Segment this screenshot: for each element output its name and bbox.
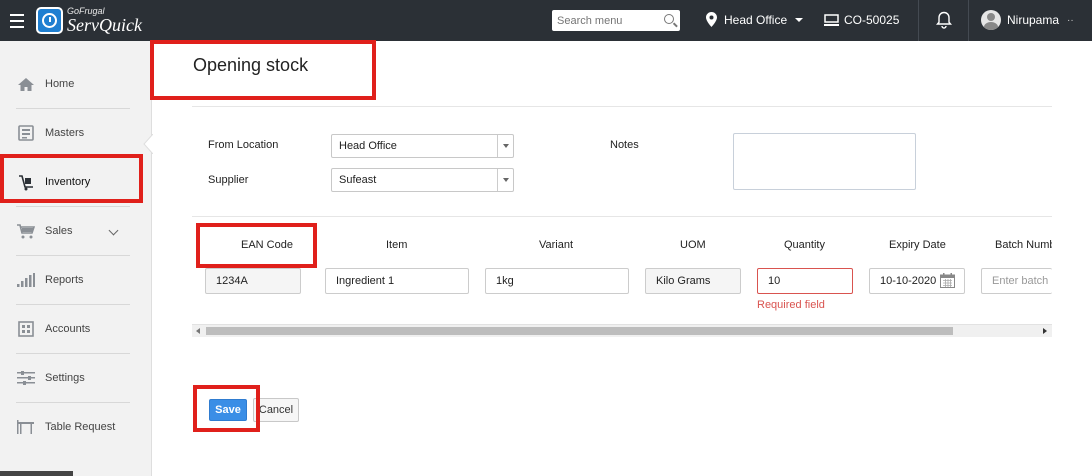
- item-field[interactable]: Ingredient 1: [325, 268, 469, 294]
- topbar-divider: [968, 0, 969, 41]
- sidebar-item-label: Reports: [45, 274, 84, 286]
- from-location-value: Head Office: [339, 140, 397, 152]
- from-location-label: From Location: [208, 139, 279, 151]
- brand-name: ServQuick: [67, 15, 142, 35]
- column-header-expiry: Expiry Date: [889, 239, 946, 251]
- sidebar-item-settings[interactable]: Settings: [0, 354, 152, 402]
- column-header-variant: Variant: [539, 239, 574, 251]
- active-indicator: [143, 134, 153, 154]
- monitor-icon: [824, 14, 839, 26]
- sidebar-item-table-request[interactable]: Table Request: [0, 403, 152, 451]
- sidebar-item-label: Masters: [45, 127, 85, 139]
- scroll-right-icon[interactable]: [1043, 328, 1047, 334]
- accounts-icon: [17, 321, 35, 337]
- search-icon[interactable]: [664, 14, 674, 24]
- sidebar-item-sales[interactable]: Sales: [0, 207, 152, 255]
- sidebar-item-inventory[interactable]: Inventory: [0, 158, 152, 206]
- uom-field: Kilo Grams: [645, 268, 741, 294]
- scrollbar-thumb[interactable]: [206, 327, 953, 335]
- chevron-down-icon: [795, 17, 804, 22]
- quantity-error: Required field: [757, 299, 825, 311]
- bell-icon[interactable]: [936, 11, 952, 29]
- sidebar-item-label: Home: [45, 78, 75, 90]
- cancel-button[interactable]: Cancel: [253, 398, 299, 422]
- supplier-label: Supplier: [208, 174, 249, 186]
- sidebar-item-masters[interactable]: Masters: [0, 109, 152, 157]
- chevron-down-icon[interactable]: [108, 225, 119, 236]
- column-header-ean: EAN Code: [241, 239, 293, 251]
- supplier-select[interactable]: Sufeast: [331, 168, 514, 192]
- counter-selector[interactable]: CO-50025: [824, 13, 899, 27]
- ean-field[interactable]: 1234A: [205, 268, 301, 294]
- topbar-divider: [918, 0, 919, 41]
- horizontal-scrollbar[interactable]: [192, 324, 1052, 337]
- more-icon: ··: [1067, 14, 1074, 26]
- variant-field[interactable]: 1kg: [485, 268, 629, 294]
- inventory-icon: [17, 174, 35, 190]
- location-pin-icon: [706, 12, 717, 27]
- counter-name: CO-50025: [844, 13, 900, 27]
- user-name: Nirupama: [1007, 13, 1060, 27]
- expiry-date-value: 10-10-2020: [880, 275, 937, 287]
- sidebar-item-label: Sales: [45, 225, 73, 237]
- bar-chart-icon: [17, 272, 35, 288]
- save-button[interactable]: Save: [209, 399, 247, 421]
- chevron-down-icon[interactable]: [497, 135, 513, 157]
- location-name: Head Office: [724, 12, 788, 27]
- menu-icon[interactable]: [0, 0, 34, 41]
- user-menu[interactable]: Nirupama ··: [981, 10, 1074, 30]
- cart-icon: [17, 223, 35, 239]
- brand-logo[interactable]: GoFrugal ServQuick: [36, 5, 148, 36]
- page-title: Opening stock: [193, 55, 309, 75]
- search-box[interactable]: [552, 10, 680, 31]
- calendar-icon[interactable]: [940, 273, 955, 288]
- column-header-uom: UOM: [680, 239, 706, 251]
- sliders-icon: [17, 370, 35, 386]
- column-header-item: Item: [386, 239, 408, 251]
- divider: [192, 106, 1052, 107]
- sidebar-item-label: Accounts: [45, 323, 91, 335]
- location-selector[interactable]: Head Office: [706, 12, 804, 27]
- notes-label: Notes: [610, 139, 639, 151]
- from-location-select[interactable]: Head Office: [331, 134, 514, 158]
- quantity-field[interactable]: 10: [757, 268, 853, 294]
- sidebar: Home Masters Inventory Sales Reports Acc: [0, 41, 152, 476]
- column-header-quantity: Quantity: [784, 239, 825, 251]
- chevron-down-icon[interactable]: [497, 169, 513, 191]
- masters-icon: [17, 125, 35, 141]
- sidebar-item-label: Settings: [45, 372, 85, 384]
- scroll-left-icon[interactable]: [196, 328, 200, 334]
- notes-textarea[interactable]: [733, 133, 916, 190]
- top-bar: GoFrugal ServQuick Head Office CO-50025 …: [0, 0, 1092, 41]
- servquick-logo-icon: [36, 7, 63, 34]
- search-input[interactable]: [557, 14, 657, 27]
- sidebar-item-home[interactable]: Home: [0, 60, 152, 108]
- sidebar-scroll-indicator: [0, 471, 73, 476]
- supplier-value: Sufeast: [339, 174, 377, 186]
- home-icon: [17, 76, 35, 92]
- sidebar-item-label: Inventory: [45, 176, 91, 188]
- divider: [192, 216, 1052, 217]
- table-icon: [17, 419, 35, 435]
- sidebar-item-label: Table Request: [45, 421, 116, 433]
- sidebar-item-reports[interactable]: Reports: [0, 256, 152, 304]
- sidebar-item-accounts[interactable]: Accounts: [0, 305, 152, 353]
- batch-number-field[interactable]: Enter batch n: [981, 268, 1052, 294]
- avatar: [981, 10, 1001, 30]
- column-header-batch: Batch Numb: [995, 239, 1052, 251]
